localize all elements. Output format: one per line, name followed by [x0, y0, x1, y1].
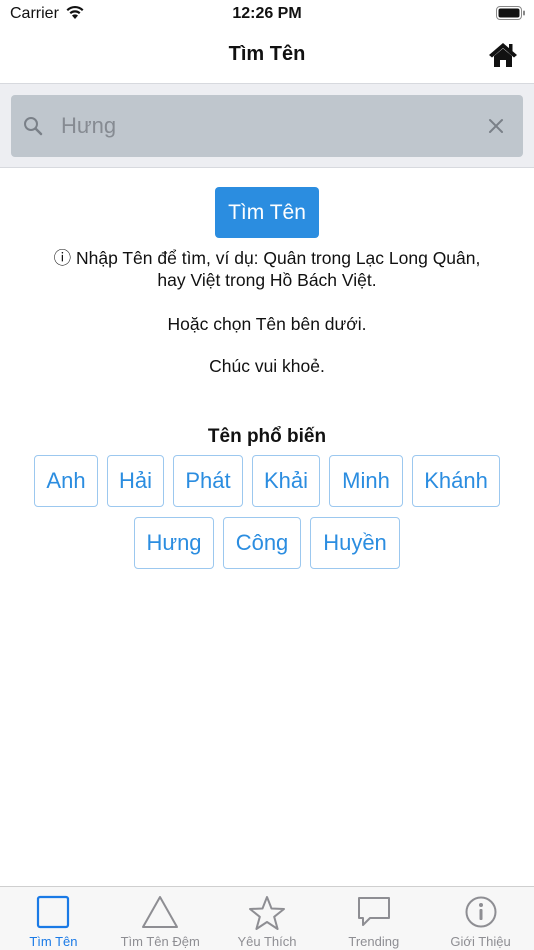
name-chip[interactable]: Anh — [34, 455, 98, 507]
name-chip[interactable]: Khánh — [412, 455, 500, 507]
tab-favorites[interactable]: Yêu Thích — [214, 887, 321, 950]
name-chip[interactable]: Hải — [107, 455, 164, 507]
hint-line-4: Chúc vui khoẻ. — [209, 356, 325, 376]
search-box — [11, 95, 523, 157]
name-chip[interactable]: Hưng — [134, 517, 214, 569]
tab-search-name[interactable]: Tìm Tên — [0, 887, 107, 950]
status-bar: Carrier 12:26 PM — [0, 0, 534, 30]
hint-line-3: Hoặc chọn Tên bên dưới. — [167, 314, 367, 334]
tab-label: Yêu Thích — [237, 934, 297, 949]
tab-about[interactable]: Giới Thiệu — [427, 887, 534, 950]
name-chip[interactable]: Phát — [173, 455, 243, 507]
square-icon — [37, 895, 70, 929]
chat-bubble-icon — [357, 897, 390, 926]
triangle-icon — [142, 896, 179, 928]
tab-bar: Tìm Tên Tìm Tên Đệm Yêu Thích Trending G… — [0, 886, 534, 950]
clock: 12:26 PM — [232, 5, 302, 22]
search-input[interactable] — [61, 107, 481, 145]
name-chip[interactable]: Khải — [252, 455, 320, 507]
tab-label: Tìm Tên — [29, 934, 78, 949]
navigation-bar: Tìm Tên — [0, 30, 534, 82]
tab-search-middle-name[interactable]: Tìm Tên Đệm — [107, 887, 214, 950]
battery-icon — [496, 6, 526, 26]
name-chip[interactable]: Minh — [329, 455, 403, 507]
popular-names-title: Tên phổ biến — [207, 426, 327, 447]
search-name-button[interactable]: Tìm Tên — [215, 187, 319, 238]
name-chip[interactable]: Công — [223, 517, 301, 569]
tab-label: Trending — [348, 934, 400, 949]
page-title: Tìm Tên — [228, 43, 306, 65]
hint-line-2: hay Việt trong Hồ Bách Việt. — [157, 270, 377, 290]
tab-label: Tìm Tên Đệm — [120, 934, 200, 949]
search-bar-container — [0, 83, 534, 168]
info-icon — [465, 896, 497, 928]
tab-label: Giới Thiệu — [450, 934, 511, 949]
clear-icon[interactable] — [487, 117, 505, 140]
name-chip[interactable]: Huyền — [310, 517, 400, 569]
hint-line-1: ⓘ Nhập Tên để tìm, ví dụ: Quân trong Lạc… — [53, 248, 481, 268]
search-icon — [23, 116, 43, 141]
star-icon — [248, 896, 285, 930]
home-icon[interactable] — [488, 41, 518, 69]
tab-trending[interactable]: Trending — [320, 887, 427, 950]
